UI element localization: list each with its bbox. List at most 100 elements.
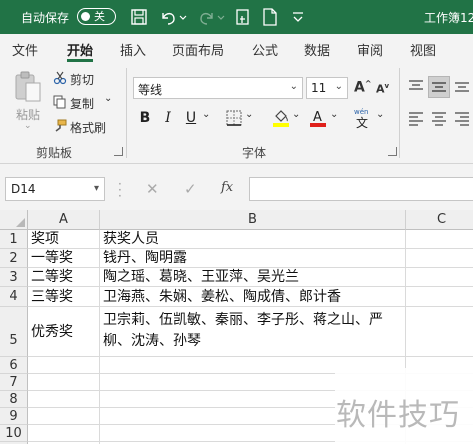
cell-a8[interactable] xyxy=(28,391,100,408)
ribbon-divider xyxy=(126,68,127,158)
select-all-button[interactable] xyxy=(0,210,28,230)
formula-bar-grip-icon[interactable]: · · · xyxy=(118,178,122,202)
row-header[interactable]: 2 xyxy=(0,249,28,268)
paste-icon[interactable] xyxy=(13,70,43,104)
document-title: 工作簿12 xyxy=(424,11,473,25)
borders-dropdown-icon[interactable]: ⌄ xyxy=(245,109,253,120)
more-dropdown-icon[interactable] xyxy=(287,6,309,28)
cell-c3[interactable] xyxy=(406,268,473,287)
font-color-dropdown-icon[interactable]: ⌄ xyxy=(330,109,338,120)
phonetic-dropdown-icon[interactable]: ⌄ xyxy=(376,109,384,120)
row-header[interactable]: 6 xyxy=(0,357,28,374)
tab-insert[interactable]: 插入 xyxy=(120,40,146,59)
phonetic-guide-icon[interactable]: wén 文 xyxy=(351,106,373,130)
cell-b4[interactable]: 卫海燕、朱娴、姜松、陶成倩、郎计香 xyxy=(100,287,406,307)
cell-c1[interactable] xyxy=(406,230,473,249)
font-size-select[interactable]: 11 ⌄ xyxy=(306,77,348,99)
touch-mode-icon[interactable] xyxy=(232,6,254,28)
tab-formulas[interactable]: 公式 xyxy=(252,40,278,59)
svg-text:A: A xyxy=(313,110,322,125)
font-color-icon[interactable]: A xyxy=(309,108,327,128)
new-file-icon[interactable] xyxy=(259,6,281,28)
font-group-label: 字体 xyxy=(242,146,267,160)
formula-bar: D14 ▾ · · · ✕ ✓ fx xyxy=(0,164,473,210)
cell-b1[interactable]: 获奖人员 xyxy=(100,230,406,249)
format-painter-button[interactable]: 格式刷 xyxy=(70,119,106,136)
row-header[interactable]: 7 xyxy=(0,374,28,391)
cell-c5[interactable] xyxy=(406,307,473,357)
cell-a1[interactable]: 奖项 xyxy=(28,230,100,249)
chevron-down-icon: ⌄ xyxy=(334,81,343,92)
cell-a4[interactable]: 三等奖 xyxy=(28,287,100,307)
underline-dropdown-icon[interactable]: ⌄ xyxy=(202,109,210,120)
chevron-down-icon: ▾ xyxy=(93,183,99,194)
tab-review[interactable]: 审阅 xyxy=(357,40,383,59)
ribbon-tabs: 文件 开始 插入 页面布局 公式 数据 审阅 视图 xyxy=(0,34,473,62)
increase-font-icon[interactable]: A^ xyxy=(354,79,372,96)
cell-b3[interactable]: 陶之瑶、葛晓、王亚萍、吴光兰 xyxy=(100,268,406,287)
borders-icon[interactable] xyxy=(226,110,242,126)
align-right-icon[interactable] xyxy=(451,108,473,130)
formula-input[interactable] xyxy=(249,177,473,201)
column-header-c[interactable]: C xyxy=(406,210,473,230)
cell-a2[interactable]: 一等奖 xyxy=(28,249,100,268)
italic-button[interactable]: I xyxy=(157,107,179,129)
row-header[interactable]: 10 xyxy=(0,425,28,442)
cell-b2[interactable]: 钱丹、陶明露 xyxy=(100,249,406,268)
row-header[interactable]: 5 xyxy=(0,307,28,357)
align-top-icon[interactable] xyxy=(405,76,427,98)
align-left-icon[interactable] xyxy=(405,108,427,130)
cell-b5[interactable]: 卫宗莉、伍凯敏、秦丽、李子彤、蒋之山、严柳、沈涛、孙琴 xyxy=(100,307,406,357)
name-box[interactable]: D14 ▾ xyxy=(5,177,105,201)
cell-c4[interactable] xyxy=(406,287,473,307)
redo-icon xyxy=(196,6,218,28)
underline-button[interactable]: U xyxy=(180,107,202,129)
align-middle-icon[interactable] xyxy=(428,76,450,98)
font-name-select[interactable]: 等线 ⌄ xyxy=(133,77,303,99)
autosave-toggle[interactable]: 关 xyxy=(77,8,116,25)
font-launcher-icon[interactable] xyxy=(388,147,397,156)
column-header-b[interactable]: B xyxy=(100,210,406,230)
row-header[interactable]: 8 xyxy=(0,391,28,408)
insert-function-button[interactable]: fx xyxy=(221,180,233,195)
copy-button[interactable]: 复制 xyxy=(70,95,94,112)
cell-c2[interactable] xyxy=(406,249,473,268)
scissors-icon xyxy=(53,71,67,85)
copy-dropdown-icon[interactable]: ⌄ xyxy=(104,93,112,104)
cell-a7[interactable] xyxy=(28,374,100,391)
save-icon[interactable] xyxy=(128,6,150,28)
cell-a6[interactable] xyxy=(28,357,100,374)
row-header[interactable]: 9 xyxy=(0,408,28,425)
paste-dropdown-icon[interactable]: ⌄ xyxy=(24,121,32,131)
bold-button[interactable]: B xyxy=(134,107,156,129)
title-bar: 自动保存 关 工作簿12 xyxy=(0,0,473,34)
cell-a9[interactable] xyxy=(28,408,100,425)
tab-home[interactable]: 开始 xyxy=(67,40,93,59)
tab-file[interactable]: 文件 xyxy=(12,40,38,59)
align-center-icon[interactable] xyxy=(428,108,450,130)
copy-icon xyxy=(53,95,67,109)
fill-color-dropdown-icon[interactable]: ⌄ xyxy=(292,109,300,120)
clipboard-launcher-icon[interactable] xyxy=(114,147,123,156)
row-header[interactable]: 3 xyxy=(0,268,28,287)
cell-a3[interactable]: 二等奖 xyxy=(28,268,100,287)
undo-dropdown-icon[interactable] xyxy=(178,6,188,28)
font-size-value: 11 xyxy=(311,81,327,95)
tab-data[interactable]: 数据 xyxy=(304,40,330,59)
tab-view[interactable]: 视图 xyxy=(410,40,436,59)
tab-page-layout[interactable]: 页面布局 xyxy=(172,40,224,59)
column-header-a[interactable]: A xyxy=(28,210,100,230)
svg-text:文: 文 xyxy=(356,115,368,130)
cancel-entry-button: ✕ xyxy=(146,180,159,198)
cut-button[interactable]: 剪切 xyxy=(70,71,94,88)
undo-icon[interactable] xyxy=(157,6,179,28)
align-bottom-icon[interactable] xyxy=(451,76,473,98)
svg-text:wén: wén xyxy=(354,108,368,116)
cell-a10[interactable] xyxy=(28,425,100,442)
cell-a5[interactable]: 优秀奖 xyxy=(28,307,100,357)
row-header[interactable]: 4 xyxy=(0,287,28,307)
chevron-down-icon: ⌄ xyxy=(289,81,298,92)
row-header[interactable]: 1 xyxy=(0,230,28,249)
fill-color-icon[interactable] xyxy=(272,108,290,128)
decrease-font-icon[interactable]: Av xyxy=(376,82,389,96)
